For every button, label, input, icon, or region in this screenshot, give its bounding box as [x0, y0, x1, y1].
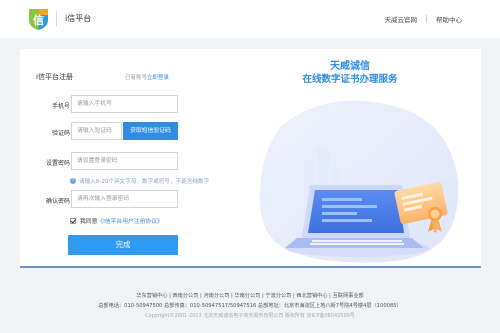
agree-prefix: 我同意 — [80, 219, 98, 225]
footer-contact: 总部电话：010-50947500 总部传真：010-50947517/5094… — [98, 303, 402, 309]
laptop-screen — [308, 190, 404, 233]
certificate-illustration — [259, 100, 459, 263]
footer: 华东营销中心 | 西南分公司 | 河南分公司 | 华南分公司 | 宁波分公司 |… — [0, 292, 500, 319]
get-sms-code-button[interactable]: 获取短信验证码 — [123, 122, 178, 140]
confirm-label: 确认密码 — [45, 198, 70, 205]
confirm-password-input[interactable] — [71, 190, 178, 208]
brand-divider — [56, 11, 57, 26]
info-icon: i — [70, 178, 76, 184]
official-site-link[interactable]: 天威云官网 — [385, 14, 418, 24]
brand-title: i信平台 — [65, 14, 92, 23]
code-label: 验证码 — [51, 130, 70, 137]
password-hint-text: 请输入8-20个英文字母、数字或符号，不能含纯数字 — [79, 179, 210, 185]
code-input[interactable] — [71, 122, 122, 140]
password-label: 设置密码 — [45, 160, 70, 167]
phone-label: 手机号 — [51, 103, 70, 110]
header-link-separator — [426, 15, 427, 23]
complete-button[interactable]: 完成 — [68, 235, 178, 255]
footer-copyright: Copyright©2001-2013 北京天威诚信电子商务服务有限公司 版权所… — [145, 313, 355, 319]
password-hint: i 请输入8-20个英文字母、数字或符号，不能含纯数字 — [70, 177, 209, 185]
illustration-subtitle: 在线数字证书办理服务 — [302, 74, 398, 85]
agreement-row: 我同意 《i信平台用户注册协议》 — [70, 216, 163, 225]
have-account-text: 已有账号立即登录 — [125, 73, 169, 81]
register-card: i信平台注册 已有账号立即登录 手机号 验证码 获取短信验证码 设置密码 i 请… — [20, 49, 481, 268]
top-header: 信 i信平台 天威云官网 帮助中心 — [0, 0, 500, 38]
help-center-link[interactable]: 帮助中心 — [436, 14, 462, 24]
form-title: i信平台注册 — [36, 73, 73, 81]
phone-input[interactable] — [71, 95, 178, 113]
logo-glyph: 信 — [33, 13, 44, 27]
header-links: 天威云官网 帮助中心 — [385, 14, 462, 24]
illustration-title: 天威诚信 — [330, 61, 370, 72]
password-input[interactable] — [71, 152, 178, 170]
agree-checkbox[interactable] — [70, 217, 76, 224]
have-account-label: 已有账号 — [125, 75, 148, 81]
footer-branches: 华东营销中心 | 西南分公司 | 河南分公司 | 华南分公司 | 宁波分公司 |… — [136, 293, 364, 299]
brand-logo-icon[interactable]: 信 — [27, 6, 50, 31]
agreement-link[interactable]: 《i信平台用户注册协议》 — [97, 216, 162, 225]
login-link[interactable]: 立即登录 — [147, 75, 169, 81]
